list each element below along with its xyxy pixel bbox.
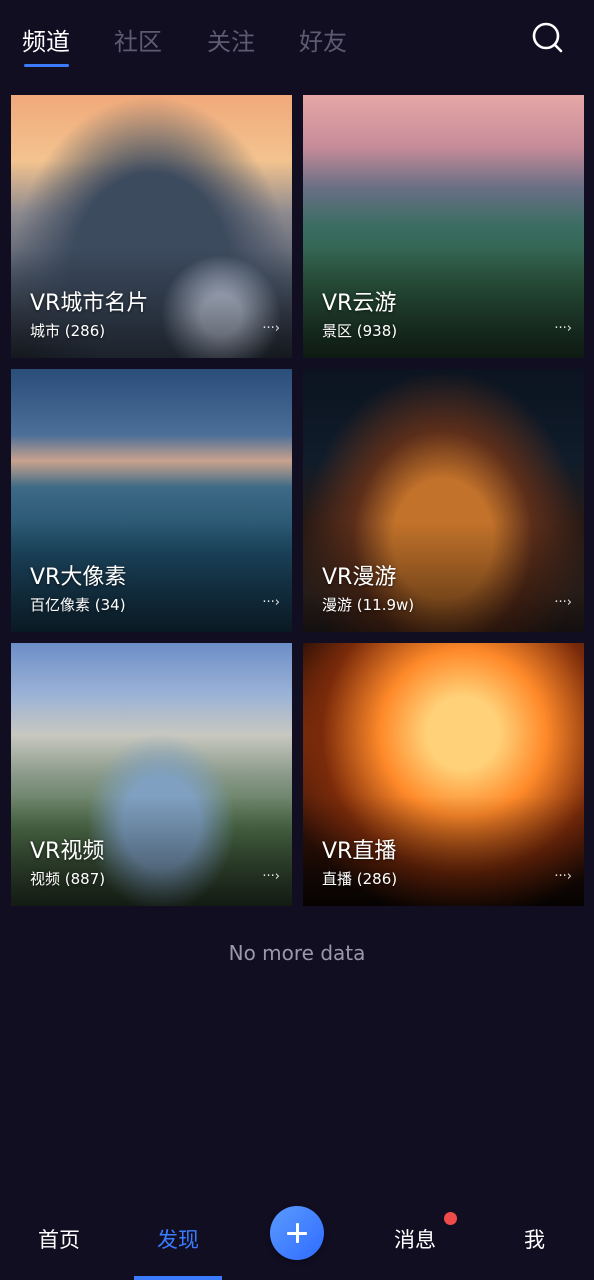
more-icon[interactable]: ···› [554, 869, 572, 884]
card-subtitle: 直播 (286) [322, 870, 398, 888]
card-title: VR漫游 [322, 565, 397, 590]
no-more-data-text: No more data [228, 941, 366, 965]
tab-friends[interactable]: 好友 [299, 22, 347, 57]
card-subtitle: 百亿像素 (34) [30, 596, 126, 614]
nav-me[interactable]: 我 [524, 1224, 545, 1254]
card-vr-cloud-tour[interactable]: VR云游 景区 (938) ···› [303, 95, 584, 358]
card-subtitle: 视频 (887) [30, 870, 106, 888]
card-title: VR云游 [322, 291, 397, 316]
card-title: VR视频 [30, 839, 105, 864]
nav-messages[interactable]: 消息 [394, 1224, 436, 1254]
card-vr-live[interactable]: VR直播 直播 (286) ···› [303, 643, 584, 906]
card-subtitle: 景区 (938) [322, 322, 398, 340]
more-icon[interactable]: ···› [554, 595, 572, 610]
card-title: VR城市名片 [30, 291, 149, 316]
more-icon[interactable]: ···› [262, 595, 280, 610]
tab-following[interactable]: 关注 [207, 22, 255, 57]
top-tab-bar: 频道 社区 关注 好友 [0, 0, 594, 80]
more-icon[interactable]: ···› [262, 869, 280, 884]
notification-badge [444, 1212, 457, 1225]
card-vr-roaming[interactable]: VR漫游 漫游 (11.9w) ···› [303, 369, 584, 632]
more-icon[interactable]: ···› [262, 321, 280, 336]
more-icon[interactable]: ···› [554, 321, 572, 336]
card-vr-city[interactable]: VR城市名片 城市 (286) ···› [11, 95, 292, 358]
nav-discover[interactable]: 发现 [157, 1224, 199, 1254]
active-nav-indicator [134, 1276, 222, 1280]
card-subtitle: 城市 (286) [30, 322, 106, 340]
add-button[interactable] [270, 1206, 324, 1260]
card-vr-video[interactable]: VR视频 视频 (887) ···› [11, 643, 292, 906]
card-subtitle: 漫游 (11.9w) [322, 596, 415, 614]
nav-home[interactable]: 首页 [38, 1224, 80, 1254]
card-vr-gigapixel[interactable]: VR大像素 百亿像素 (34) ···› [11, 369, 292, 632]
search-icon [532, 22, 563, 53]
card-title: VR大像素 [30, 565, 127, 590]
search-button[interactable] [528, 18, 568, 58]
card-title: VR直播 [322, 839, 397, 864]
tab-channels[interactable]: 频道 [22, 22, 70, 57]
tab-community[interactable]: 社区 [114, 22, 162, 57]
active-tab-indicator [24, 64, 69, 67]
bottom-nav: 首页 发现 消息 我 [0, 1196, 594, 1280]
